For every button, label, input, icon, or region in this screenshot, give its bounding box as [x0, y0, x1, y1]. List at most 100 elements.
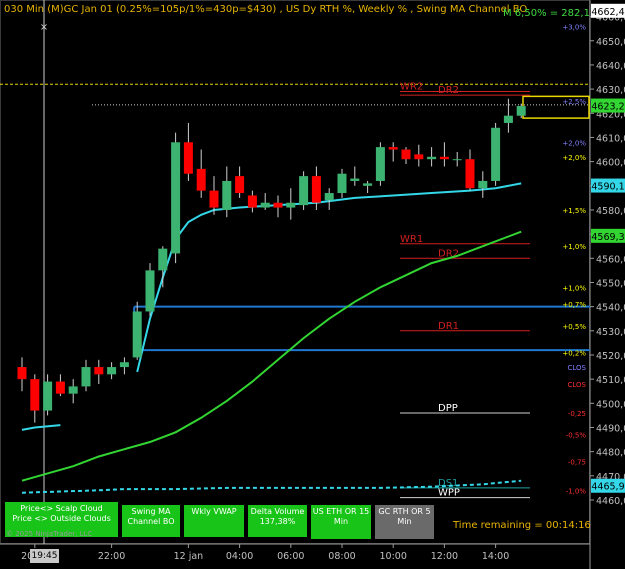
y-tick-label: 4610,0	[596, 133, 625, 144]
pivot-level-label: DR2	[438, 85, 459, 96]
x-tick-label: 12 jan	[174, 551, 204, 562]
y-tick-label: 4560,0	[596, 254, 625, 265]
x-tick-label: 22:00	[98, 551, 125, 562]
candle-body	[363, 183, 373, 186]
percent-level-label: +0,7%	[562, 301, 586, 309]
y-tick-label: 4480,0	[596, 448, 625, 459]
y-tick-label: 4630,0	[596, 85, 625, 96]
pivot-level-label: WR2	[400, 82, 423, 93]
button-label-line: GC RTH OR 5	[378, 507, 431, 516]
candle-body	[388, 147, 398, 150]
candle-body	[427, 156, 437, 160]
percent-level-label: CLOS	[568, 381, 587, 389]
candle-body	[324, 193, 334, 201]
x-tick-label: 08:00	[328, 551, 355, 562]
candle-body	[375, 147, 385, 181]
moving-average-line	[136, 182, 522, 373]
us-eth-or-button[interactable]: US ETH OR 15 Min	[311, 505, 371, 539]
pivot-level-label: WPP	[438, 488, 460, 499]
percent-level-label: +2,0%	[562, 154, 586, 162]
candle-body	[145, 270, 155, 312]
price-badge-label: 4590,1	[591, 182, 624, 193]
candle-body	[337, 173, 347, 194]
swing-ma-button[interactable]: Swing MA Channel BO	[122, 505, 180, 537]
button-label-line: Price<> Scalp Cloud	[20, 504, 103, 513]
price-badge-label: 4465,9	[591, 482, 624, 493]
chart-title: 030 Min (M)GC Jan 01 (0.25%=105p/1%=430p…	[4, 4, 528, 15]
button-label-line: Price <> Outside Clouds	[12, 514, 111, 523]
x-tick-label: 10:00	[380, 551, 407, 562]
candle-body	[55, 381, 65, 394]
percent-level-label: -0,75	[568, 458, 586, 466]
percent-level-label: +2,5%	[562, 98, 586, 106]
pivot-level-label: DR1	[438, 321, 459, 332]
candle-body	[119, 362, 129, 368]
pivot-level-label: DPP	[438, 403, 458, 414]
percent-level-label: -1,0%	[566, 487, 587, 495]
candle-body	[158, 248, 168, 271]
candle-body	[235, 176, 245, 194]
percent-level-label: +3,0%	[562, 23, 586, 31]
candle-body	[350, 178, 360, 181]
candle-body	[68, 386, 78, 394]
candle-body	[17, 367, 27, 380]
button-label-line: Min	[333, 517, 349, 526]
x-tick-label: 14:00	[482, 551, 509, 562]
candle-body	[439, 156, 449, 160]
button-label-line: 137,38%	[259, 517, 296, 526]
time-remaining: Time remaining = 00:14:16	[453, 520, 591, 531]
x-tick-label: 12:00	[431, 551, 458, 562]
x-tick-label: 06:00	[277, 551, 304, 562]
button-label-line: Min	[397, 517, 412, 526]
crosshair-marker: ×	[40, 22, 48, 33]
percent-level-label: +0,5%	[562, 323, 586, 331]
pivot-level-label: WR1	[400, 234, 423, 245]
candle-body	[401, 149, 411, 160]
cursor-time-label: 19:45	[30, 549, 59, 563]
price-badge-label: 4623,2	[591, 102, 624, 113]
candle-body	[222, 180, 232, 210]
percent-level-label: +1,0%	[562, 284, 586, 292]
y-tick-label: 4500,0	[596, 399, 625, 410]
button-label-line: Channel BO	[127, 517, 175, 526]
chart-title-right: M 6,50% = 282,1	[503, 8, 590, 19]
candle-body	[196, 168, 206, 191]
button-label-line: Swing MA	[131, 507, 171, 516]
y-tick-label: 4510,0	[596, 375, 625, 386]
percent-level-label: -0,5%	[566, 432, 587, 440]
chart-window: WR2DR2WR1DR2DR1DPPDS1WPP×4460,04470,0448…	[0, 0, 625, 569]
candle-body	[465, 159, 475, 189]
copyright-text: © 2025 NinjaTrader, LLC	[6, 530, 93, 538]
candle-body	[132, 311, 142, 358]
plot-frame	[0, 0, 590, 544]
y-tick-label: 4600,0	[596, 158, 625, 169]
percent-level-label: CLOS	[568, 364, 587, 372]
candle-body	[107, 367, 117, 375]
candle-body	[299, 176, 309, 206]
button-label-line: Wkly VWAP	[191, 507, 237, 516]
candle-body	[491, 127, 501, 181]
candle-body	[478, 180, 488, 189]
y-tick-label: 4640,0	[596, 61, 625, 72]
gc-rth-or-button[interactable]: GC RTH OR 5 Min	[375, 505, 434, 539]
candle-body	[273, 202, 283, 208]
y-tick-label: 4550,0	[596, 278, 625, 289]
candle-body	[311, 176, 321, 203]
price-chart[interactable]: WR2DR2WR1DR2DR1DPPDS1WPP×4460,04470,0448…	[0, 0, 625, 569]
button-label-line: Delta Volume	[250, 507, 305, 516]
candle-body	[171, 142, 181, 254]
y-tick-label: 4540,0	[596, 303, 625, 314]
y-tick-label: 4520,0	[596, 351, 625, 362]
price-badge-label: 4662,4	[591, 7, 624, 18]
price-badge-label: 4569,3	[591, 232, 624, 243]
candle-body	[414, 154, 424, 160]
percent-level-label: +1,5%	[562, 207, 586, 215]
candle-body	[183, 142, 193, 174]
candle-body	[209, 190, 219, 208]
percent-level-label: +2,0%	[562, 139, 586, 147]
candle-body	[247, 195, 257, 208]
y-tick-label: 4490,0	[596, 423, 625, 434]
y-tick-label: 4530,0	[596, 327, 625, 338]
delta-volume-button[interactable]: Delta Volume 137,38%	[248, 505, 307, 537]
wkly-vwap-button[interactable]: Wkly VWAP	[184, 505, 244, 537]
